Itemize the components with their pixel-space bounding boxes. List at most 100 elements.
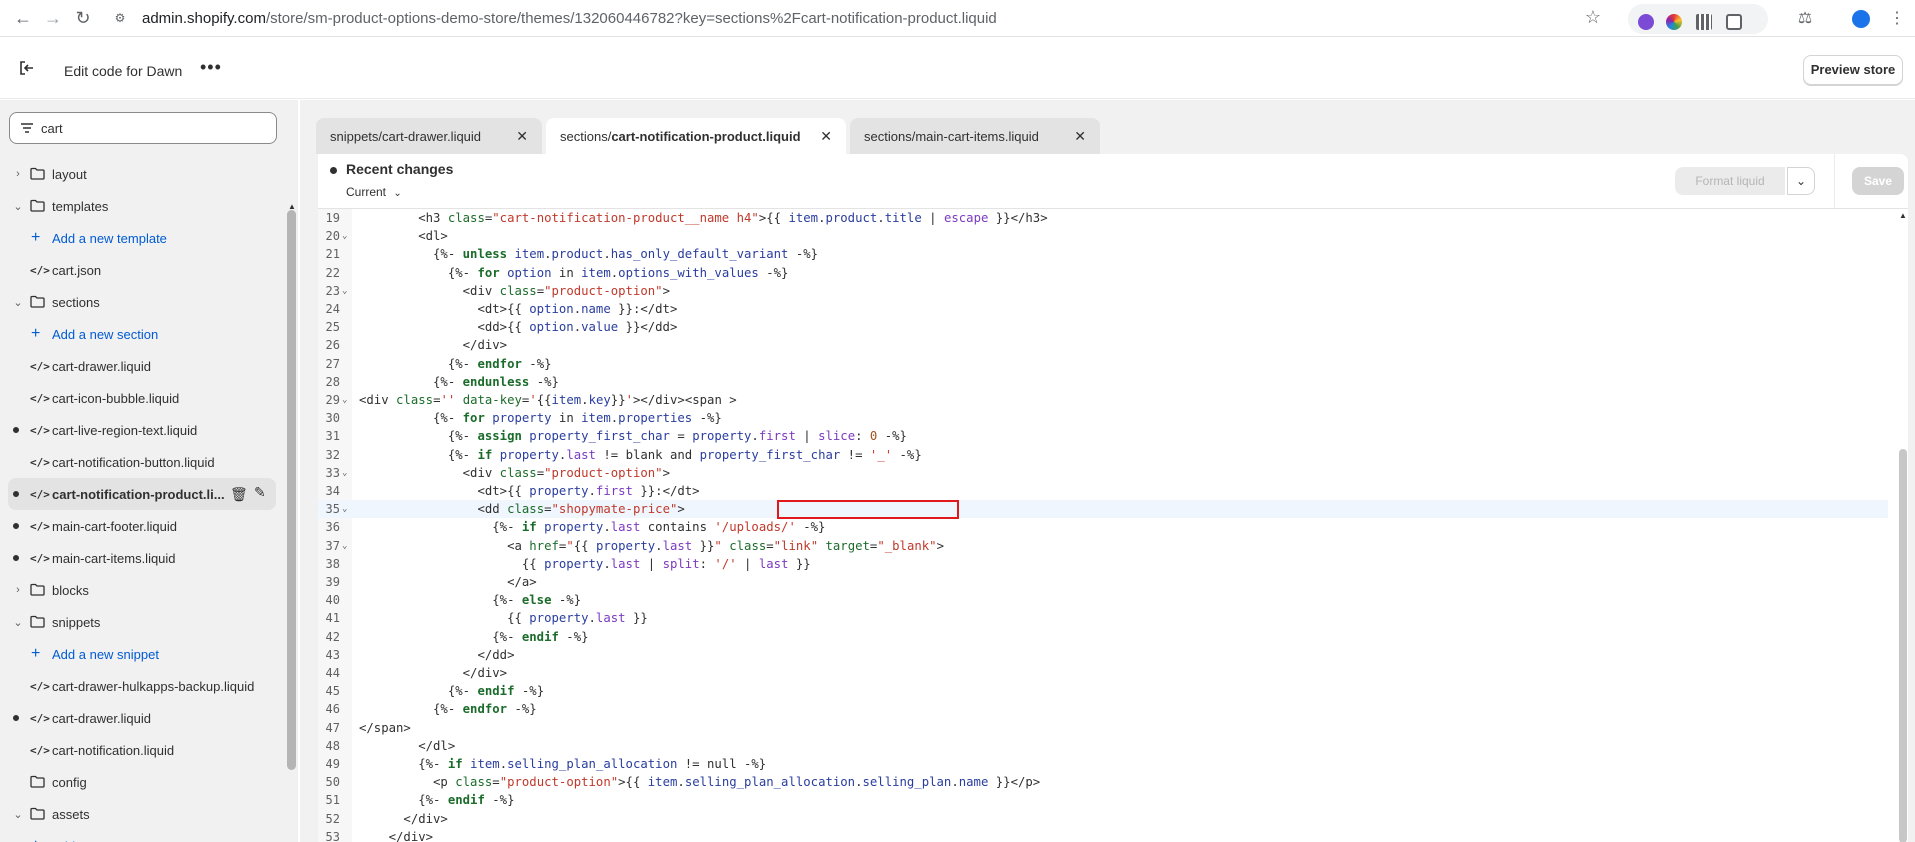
code-line[interactable]: 22 {%- for option in item.options_with_v…	[318, 264, 1888, 282]
add-new-link[interactable]: + Add a new snippet	[0, 638, 290, 670]
fold-chevron-icon[interactable]: ⌄	[342, 391, 347, 409]
back-arrow-icon[interactable]: ←	[8, 3, 38, 33]
code-line[interactable]: 39 </a>	[318, 573, 1888, 591]
file-item[interactable]: </> cart.json	[0, 254, 290, 286]
extension-icon[interactable]	[1638, 14, 1654, 30]
delete-trash-icon[interactable]: 🗑	[230, 486, 248, 503]
editor-tab[interactable]: snippets/cart-drawer.liquid ✕	[316, 118, 542, 154]
close-tab-icon[interactable]: ✕	[1074, 128, 1086, 145]
folder-assets[interactable]: ⌄ assets	[0, 798, 290, 830]
code-line[interactable]: 35 ⌄ <dd class="shopymate-price">	[318, 500, 1888, 520]
code-line[interactable]: 43 </dd>	[318, 646, 1888, 664]
rename-pencil-icon[interactable]: ✎	[254, 484, 266, 501]
code-editor[interactable]: ▲ 19 <h3 class="cart-notification-produc…	[318, 208, 1908, 842]
code-line[interactable]: 47 </span>	[318, 719, 1888, 737]
file-item[interactable]: </> cart-notification.liquid	[0, 734, 290, 766]
bookmark-star-icon[interactable]: ☆	[1582, 7, 1604, 29]
version-select[interactable]: Current ⌄	[346, 185, 402, 199]
code-line[interactable]: 23 ⌄ <div class="product-option">	[318, 282, 1888, 300]
code-line[interactable]: 19 <h3 class="cart-notification-product_…	[318, 209, 1888, 227]
code-line[interactable]: 36 {%- if property.last contains '/uploa…	[318, 518, 1888, 536]
code-line[interactable]: 33 ⌄ <div class="product-option">	[318, 464, 1888, 482]
fold-chevron-icon[interactable]: ⌄	[342, 282, 347, 300]
site-info-icon[interactable]: ⚙	[110, 8, 130, 28]
folder-snippets[interactable]: ⌄ snippets	[0, 606, 290, 638]
file-item[interactable]: </> cart-drawer-hulkapps-backup.liquid	[0, 670, 290, 702]
code-line[interactable]: 46 {%- endfor -%}	[318, 700, 1888, 718]
save-button[interactable]: Save	[1852, 167, 1904, 195]
folder-layout[interactable]: › layout	[0, 158, 290, 190]
format-options-chevron-icon[interactable]: ⌄	[1787, 167, 1815, 195]
sidebar-scrollbar[interactable]	[287, 210, 296, 770]
code-line[interactable]: 31 {%- assign property_first_char = prop…	[318, 427, 1888, 445]
extensions-puzzle-icon[interactable]	[1726, 14, 1742, 30]
file-item[interactable]: </> cart-drawer.liquid	[0, 702, 290, 734]
code-line[interactable]: 28 {%- endunless -%}	[318, 373, 1888, 391]
close-tab-icon[interactable]: ✕	[516, 128, 528, 145]
code-line[interactable]: 50 <p class="product-option">{{ item.sel…	[318, 773, 1888, 791]
file-search-input[interactable]: cart	[9, 112, 277, 144]
reload-icon[interactable]: ↻	[68, 3, 98, 33]
code-line[interactable]: 34 <dt>{{ property.first }}:</dt>	[318, 482, 1888, 500]
code-line[interactable]: 24 <dt>{{ option.name }}:</dt>	[318, 300, 1888, 318]
code-line[interactable]: 41 {{ property.last }}	[318, 609, 1888, 627]
folder-config[interactable]: config	[0, 766, 290, 798]
code-line[interactable]: 53 </div>	[318, 828, 1888, 842]
color-picker-extension-icon[interactable]	[1666, 14, 1682, 30]
file-item[interactable]: </> main-cart-items.liquid	[0, 542, 290, 574]
chevron-right-icon[interactable]: ›	[12, 168, 24, 180]
code-line[interactable]: 51 {%- endif -%}	[318, 791, 1888, 809]
folder-templates[interactable]: ⌄ templates	[0, 190, 290, 222]
add-new-link[interactable]: + Add a new template	[0, 222, 290, 254]
code-line[interactable]: 52 </div>	[318, 810, 1888, 828]
profile-avatar-icon[interactable]	[1850, 8, 1872, 30]
fold-chevron-icon[interactable]: ⌄	[342, 464, 347, 482]
format-liquid-button[interactable]: Format liquid	[1675, 167, 1785, 195]
code-line[interactable]: 26 </div>	[318, 336, 1888, 354]
preview-store-button[interactable]: Preview store	[1803, 55, 1903, 85]
file-item[interactable]: </> cart-notification-button.liquid	[0, 446, 290, 478]
add-new-link[interactable]: + Add a new section	[0, 318, 290, 350]
more-actions-icon[interactable]: •••	[200, 57, 222, 78]
labs-flask-icon[interactable]: ⚖	[1794, 8, 1816, 30]
close-tab-icon[interactable]: ✕	[820, 128, 832, 145]
chevron-down-icon[interactable]: ⌄	[12, 200, 24, 213]
code-line[interactable]: 49 {%- if item.selling_plan_allocation !…	[318, 755, 1888, 773]
file-item[interactable]: </> cart-live-region-text.liquid	[0, 414, 290, 446]
browser-menu-icon[interactable]: ⋮	[1886, 8, 1908, 30]
fold-chevron-icon[interactable]: ⌄	[342, 227, 347, 245]
fold-chevron-icon[interactable]: ⌄	[342, 500, 347, 518]
exit-icon[interactable]	[18, 59, 36, 77]
chevron-right-icon[interactable]: ›	[12, 584, 24, 596]
scroll-up-arrow-icon[interactable]: ▲	[1899, 211, 1907, 220]
code-line[interactable]: 37 ⌄ <a href="{{ property.last }}" class=…	[318, 537, 1888, 555]
chevron-down-icon[interactable]: ⌄	[12, 296, 24, 309]
add-new-link[interactable]: + Add a new asset	[0, 830, 290, 842]
code-line[interactable]: 32 {%- if property.last != blank and pro…	[318, 446, 1888, 464]
code-line[interactable]: 25 <dd>{{ option.value }}</dd>	[318, 318, 1888, 336]
folder-blocks[interactable]: › blocks	[0, 574, 290, 606]
folder-sections[interactable]: ⌄ sections	[0, 286, 290, 318]
code-line[interactable]: 21 {%- unless item.product.has_only_defa…	[318, 245, 1888, 263]
editor-tab[interactable]: sections/cart-notification-product.liqui…	[546, 118, 846, 154]
file-item[interactable]: </> cart-notification-product.li... 🗑 ✎	[8, 478, 276, 510]
code-line[interactable]: 27 {%- endfor -%}	[318, 355, 1888, 373]
code-line[interactable]: 42 {%- endif -%}	[318, 628, 1888, 646]
fold-chevron-icon[interactable]: ⌄	[342, 537, 347, 555]
code-line[interactable]: 20 ⌄ <dl>	[318, 227, 1888, 245]
chevron-down-icon[interactable]: ⌄	[12, 616, 24, 629]
code-line[interactable]: 45 {%- endif -%}	[318, 682, 1888, 700]
editor-tab[interactable]: sections/main-cart-items.liquid ✕	[850, 118, 1100, 154]
code-line[interactable]: 40 {%- else -%}	[318, 591, 1888, 609]
code-line[interactable]: 30 {%- for property in item.properties -…	[318, 409, 1888, 427]
code-line[interactable]: 29 ⌄ <div class='' data-key='{{item.key}}'…	[318, 391, 1888, 409]
address-bar[interactable]: ⚙ admin.shopify.com/store/sm-product-opt…	[110, 3, 997, 33]
code-line[interactable]: 44 </div>	[318, 664, 1888, 682]
file-item[interactable]: </> cart-icon-bubble.liquid	[0, 382, 290, 414]
code-line[interactable]: 48 </dl>	[318, 737, 1888, 755]
chevron-down-icon[interactable]: ⌄	[12, 808, 24, 821]
qr-code-extension-icon[interactable]	[1696, 14, 1712, 30]
file-item[interactable]: </> cart-drawer.liquid	[0, 350, 290, 382]
file-item[interactable]: </> main-cart-footer.liquid	[0, 510, 290, 542]
editor-scrollbar[interactable]	[1899, 449, 1907, 842]
